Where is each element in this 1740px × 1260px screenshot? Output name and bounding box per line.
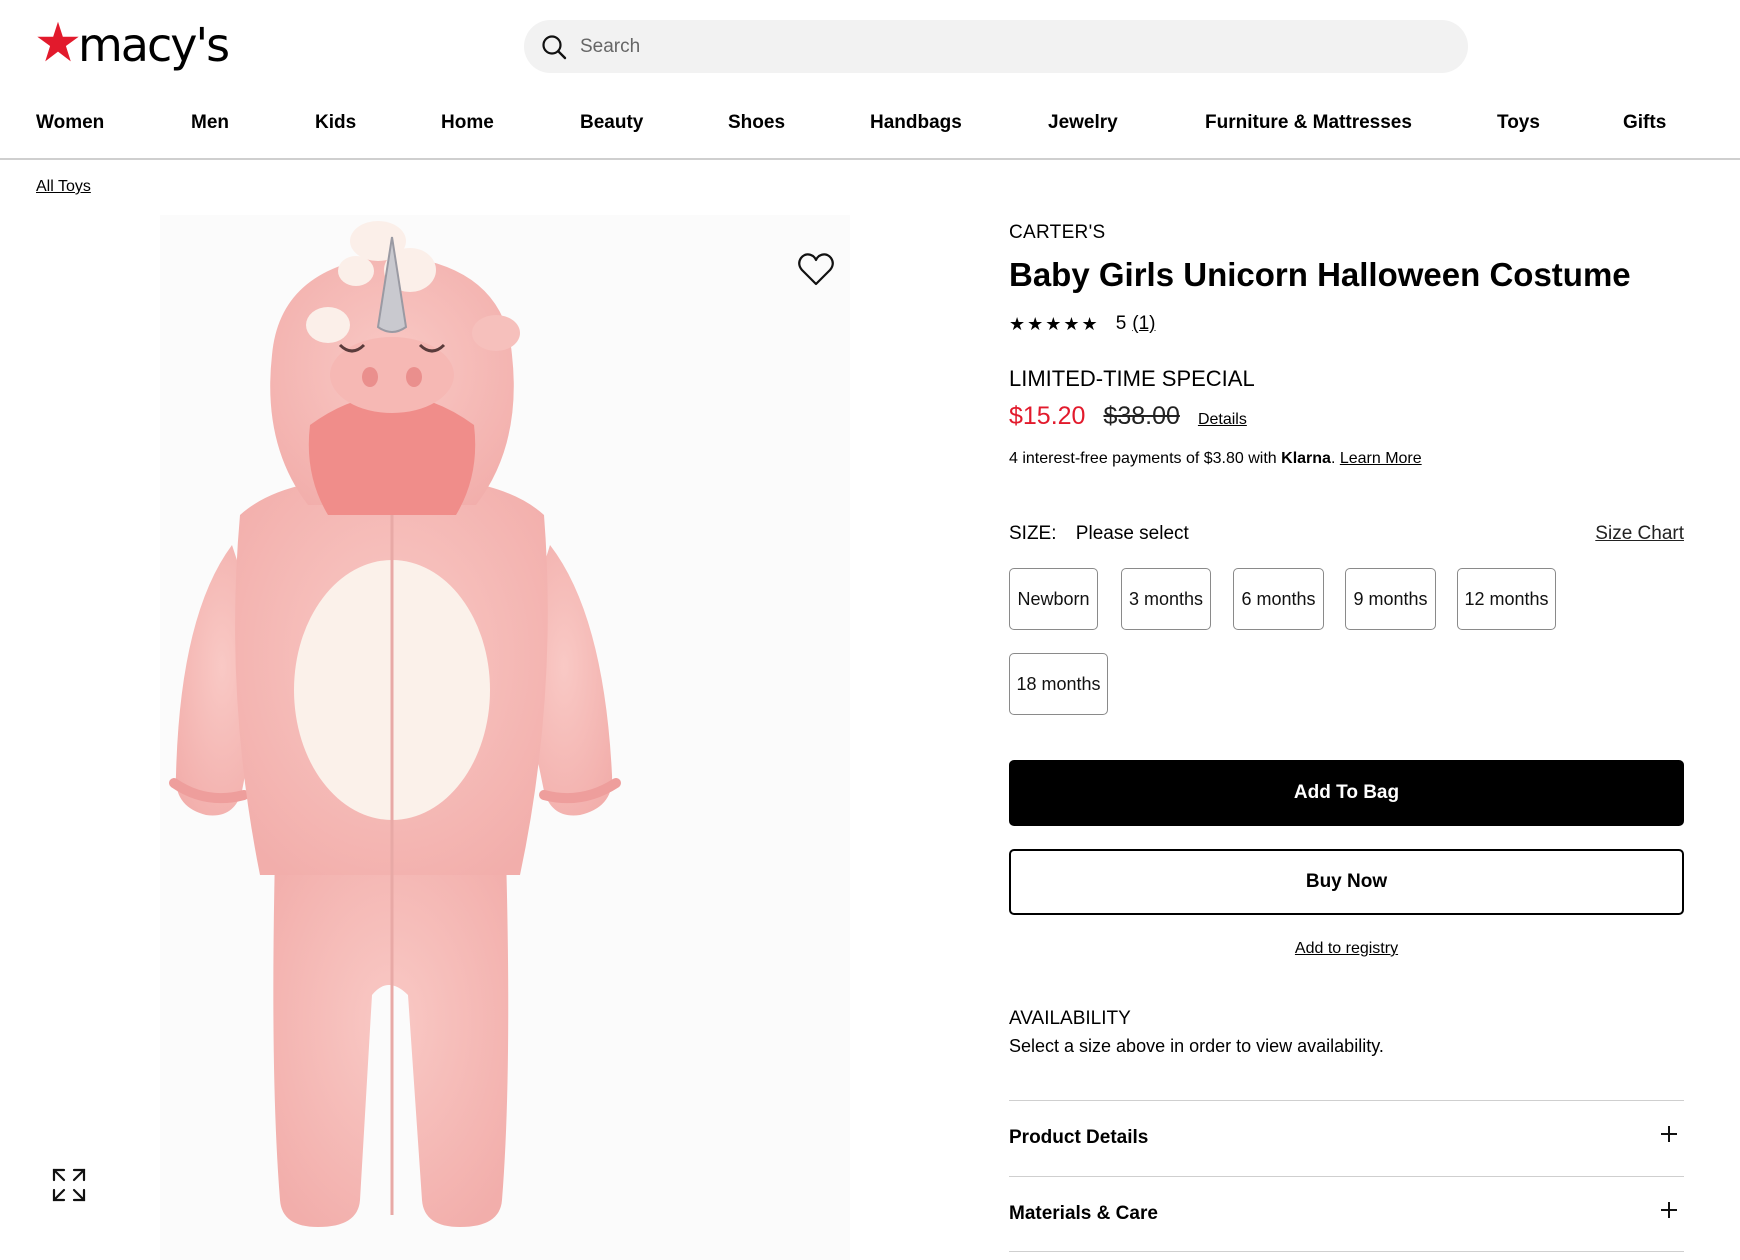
sale-price: $15.20 bbox=[1009, 402, 1086, 430]
registry-row: Add to registry bbox=[1009, 940, 1684, 958]
accordion-materials-care[interactable]: Materials & Care bbox=[1009, 1176, 1684, 1252]
buy-now-button[interactable]: Buy Now bbox=[1009, 849, 1684, 915]
main-nav: Women Men Kids Home Beauty Shoes Handbag… bbox=[0, 108, 1740, 138]
breadcrumb-all-toys[interactable]: All Toys bbox=[36, 178, 91, 196]
nav-item-handbags[interactable]: Handbags bbox=[870, 112, 962, 134]
size-selected-value: Please select bbox=[1075, 523, 1189, 544]
site-header: macy's Women Men Kids Home Beauty Shoes … bbox=[0, 0, 1740, 160]
nav-item-toys[interactable]: Toys bbox=[1497, 112, 1540, 134]
klarna-learn-more-link[interactable]: Learn More bbox=[1340, 450, 1422, 467]
size-option-12-months[interactable]: 12 months bbox=[1457, 568, 1556, 630]
add-to-bag-button[interactable]: Add To Bag bbox=[1009, 760, 1684, 826]
star-logo-icon bbox=[37, 21, 79, 62]
price-details-link[interactable]: Details bbox=[1198, 411, 1247, 429]
product-rating[interactable]: ★★★★★ 5 (1) bbox=[1009, 313, 1156, 335]
plus-icon[interactable] bbox=[1660, 1201, 1678, 1219]
accordion-product-details[interactable]: Product Details bbox=[1009, 1100, 1684, 1175]
klarna-financing: 4 interest-free payments of $3.80 with K… bbox=[1009, 450, 1422, 468]
nav-item-gifts[interactable]: Gifts bbox=[1623, 112, 1666, 134]
expand-icon[interactable] bbox=[50, 1166, 88, 1204]
nav-item-home[interactable]: Home bbox=[441, 112, 494, 134]
promo-label: LIMITED-TIME SPECIAL bbox=[1009, 366, 1255, 391]
nav-item-furniture-mattresses[interactable]: Furniture & Mattresses bbox=[1205, 112, 1412, 134]
accordion-label: Materials & Care bbox=[1009, 1203, 1158, 1224]
accordion-label: Product Details bbox=[1009, 1127, 1149, 1148]
price-row: $15.20 $38.00 Details bbox=[1009, 402, 1247, 431]
size-selector-header: SIZE: Please select Size Chart bbox=[1009, 523, 1684, 545]
macys-logo[interactable]: macy's bbox=[36, 18, 230, 72]
size-option-3-months[interactable]: 3 months bbox=[1121, 568, 1211, 630]
availability-text: Select a size above in order to view ava… bbox=[1009, 1036, 1384, 1056]
nav-item-shoes[interactable]: Shoes bbox=[728, 112, 785, 134]
klarna-logo: Klarna bbox=[1281, 450, 1331, 467]
nav-item-women[interactable]: Women bbox=[36, 112, 104, 134]
original-price: $38.00 bbox=[1103, 402, 1180, 430]
size-label: SIZE: bbox=[1009, 523, 1057, 544]
add-to-registry-link[interactable]: Add to registry bbox=[1295, 940, 1398, 957]
plus-icon[interactable] bbox=[1660, 1125, 1678, 1143]
klarna-separator: . bbox=[1330, 450, 1340, 467]
nav-item-jewelry[interactable]: Jewelry bbox=[1048, 112, 1118, 134]
search-icon[interactable] bbox=[540, 33, 568, 61]
heart-icon[interactable] bbox=[796, 250, 836, 290]
size-option-6-months[interactable]: 6 months bbox=[1233, 568, 1324, 630]
product-image[interactable] bbox=[160, 215, 850, 1260]
product-title: Baby Girls Unicorn Halloween Costume bbox=[1009, 256, 1631, 293]
unicorn-costume-illustration bbox=[169, 221, 621, 1227]
rating-stars: ★★★★★ bbox=[1009, 313, 1100, 334]
size-chart-link[interactable]: Size Chart bbox=[1595, 523, 1684, 545]
klarna-text: 4 interest-free payments of $3.80 with bbox=[1009, 450, 1282, 467]
availability-title: AVAILABILITY bbox=[1009, 1008, 1131, 1029]
nav-item-men[interactable]: Men bbox=[191, 112, 229, 134]
size-option-newborn[interactable]: Newborn bbox=[1009, 568, 1098, 630]
review-count-link[interactable]: (1) bbox=[1132, 313, 1155, 335]
search-bar[interactable] bbox=[524, 20, 1468, 73]
logo-wordmark: macy's bbox=[78, 18, 230, 72]
nav-item-beauty[interactable]: Beauty bbox=[580, 112, 643, 134]
size-option-18-months[interactable]: 18 months bbox=[1009, 653, 1108, 715]
rating-value: 5 bbox=[1115, 313, 1127, 334]
search-input[interactable] bbox=[578, 34, 1402, 59]
size-option-9-months[interactable]: 9 months bbox=[1345, 568, 1436, 630]
product-brand[interactable]: CARTER'S bbox=[1009, 222, 1105, 244]
nav-item-kids[interactable]: Kids bbox=[315, 112, 356, 134]
